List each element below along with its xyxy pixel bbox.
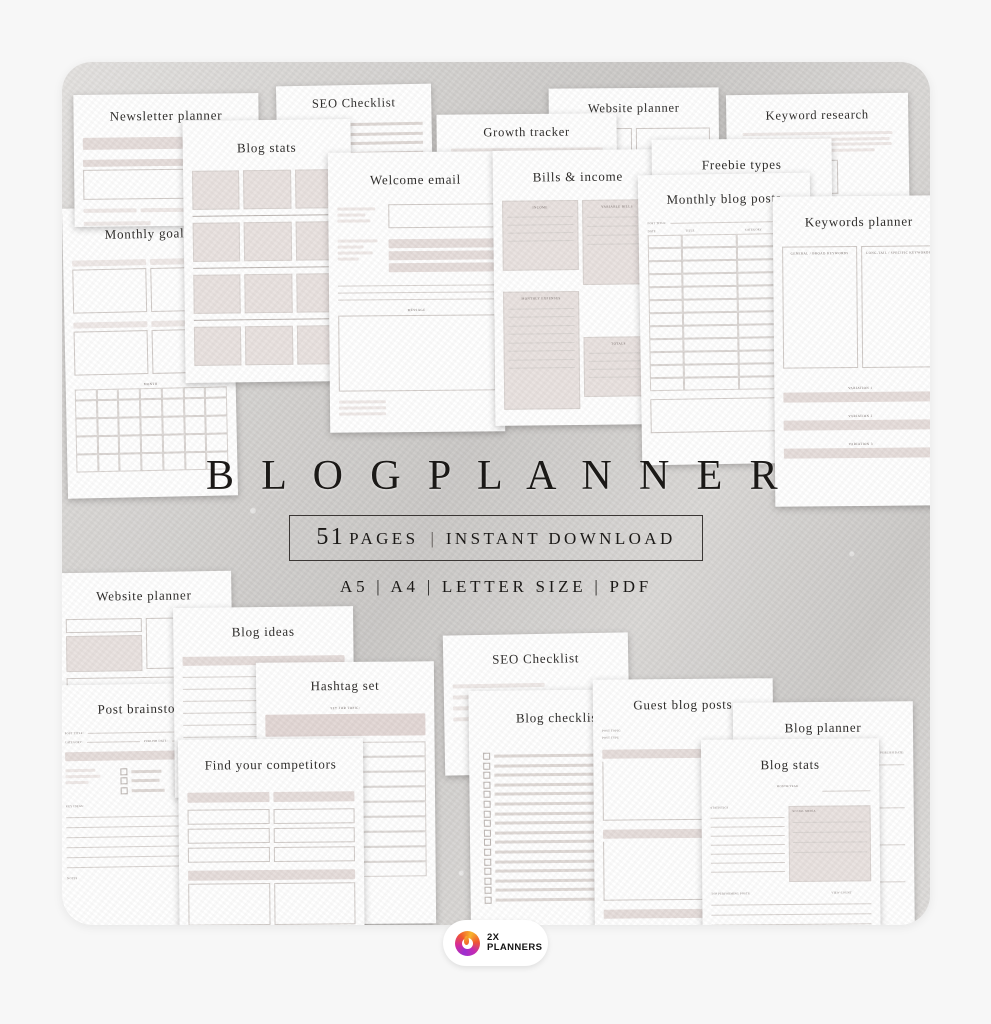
month-block <box>245 325 294 366</box>
income-label: INCOME <box>532 205 548 210</box>
page-title: SEO Checklist <box>311 95 396 111</box>
checklist-item[interactable] <box>119 767 171 775</box>
post-title-label: POST TITLE: <box>647 221 667 226</box>
variation-1-label: VARIATION 1 <box>848 385 873 391</box>
month-block <box>243 169 292 210</box>
page-title: Growth tracker <box>483 124 570 140</box>
page-welcome-email[interactable]: Welcome email MESSAGE <box>327 151 506 433</box>
month-block <box>192 170 240 210</box>
page-title: Hashtag set <box>310 677 380 694</box>
share-on-header <box>603 908 705 919</box>
page-title: Keywords planner <box>804 213 914 230</box>
post-title-label: POST TITLE: <box>64 731 84 736</box>
page-title: Blog planner <box>784 719 862 736</box>
variation-3-label: VARIATION 3 <box>848 441 873 447</box>
pages-word: PAGES <box>349 529 419 548</box>
page-title: Blog stats <box>760 756 820 773</box>
month-block <box>193 274 242 314</box>
page-title: Welcome email <box>369 171 462 188</box>
social-media-panel: SOCIAL MEDIA <box>788 805 872 883</box>
col-header-date: DATE <box>647 230 656 234</box>
page-title: SEO Checklist <box>492 650 580 667</box>
badge-separator: | <box>430 529 434 548</box>
variation-2-label: VARIATION 2 <box>848 413 873 419</box>
research-ideas-field[interactable] <box>65 635 142 673</box>
page-find-your-competitors[interactable]: Find your competitors <box>177 738 366 925</box>
month-block <box>244 273 293 314</box>
message-label: MESSAGE <box>407 307 426 313</box>
monthly-expenses-label: MONTHLY EXPENSES <box>521 296 561 301</box>
month-block <box>193 326 242 366</box>
month-block <box>192 222 241 262</box>
income-panel: INCOME <box>502 200 579 271</box>
page-title: Freebie types <box>701 156 782 173</box>
product-mockup-canvas: Monthly goals MONTH Newsletter planner S… <box>0 0 991 1024</box>
formats-line: A5 | A4 | LETTER SIZE | PDF <box>340 577 652 596</box>
page-blog-stats-bottom[interactable]: Blog stats MONTH/YEAR STATISTICS SOCIAL … <box>700 738 882 925</box>
page-title: Keyword research <box>765 107 869 123</box>
longtail-keywords-label: LONG-TAIL / SPECIFIC KEYWORDS <box>866 250 930 255</box>
pages-count: 51 <box>316 524 346 550</box>
instant-download-text: INSTANT DOWNLOAD <box>445 529 676 548</box>
pages-download-badge: 51 PAGES | INSTANT DOWNLOAD <box>289 515 703 561</box>
page-title: Find your competitors <box>204 756 337 773</box>
checklist-item[interactable] <box>120 786 171 795</box>
headline-block: B L O G P L A N N E R 51 PAGES | INSTANT… <box>62 455 930 597</box>
month-block <box>243 221 292 262</box>
brand-badge[interactable]: 2X PLANNERS <box>443 920 548 966</box>
post-type-label: POST TYPE <box>602 736 620 740</box>
launch-date-field[interactable] <box>65 618 142 634</box>
page-title: Blog ideas <box>231 623 295 640</box>
publish-date-label: PUBLISH DATE: <box>143 739 168 744</box>
images-header <box>602 828 704 839</box>
checklist-item[interactable] <box>120 777 171 785</box>
brand-line-2: PLANNERS <box>487 942 543 953</box>
page-title: Blog stats <box>236 139 297 156</box>
statistics-label: STATISTICS <box>710 806 729 810</box>
social-media-label: SOCIAL MEDIA <box>792 809 816 813</box>
gradient-ring-icon <box>455 930 480 956</box>
post-topic-label: POST TOPIC: <box>602 729 622 733</box>
general-keywords-label: GENERAL / BROAD KEYWORDS <box>790 251 849 256</box>
top-posts-label: TOP PERFORMING POSTS <box>711 892 750 896</box>
set-for-topic-label: SET FOR TOPIC: <box>330 705 361 711</box>
longtail-keywords-box: LONG-TAIL / SPECIFIC KEYWORDS <box>861 245 930 368</box>
monthly-expenses-panel: MONTHLY EXPENSES <box>503 290 581 410</box>
guidelines-header <box>602 748 703 759</box>
col-header-title: TITLE <box>685 229 695 233</box>
brand-name: 2X PLANNERS <box>487 932 543 954</box>
product-title: B L O G P L A N N E R <box>205 453 787 499</box>
general-keywords-box: GENERAL / BROAD KEYWORDS <box>782 246 859 369</box>
